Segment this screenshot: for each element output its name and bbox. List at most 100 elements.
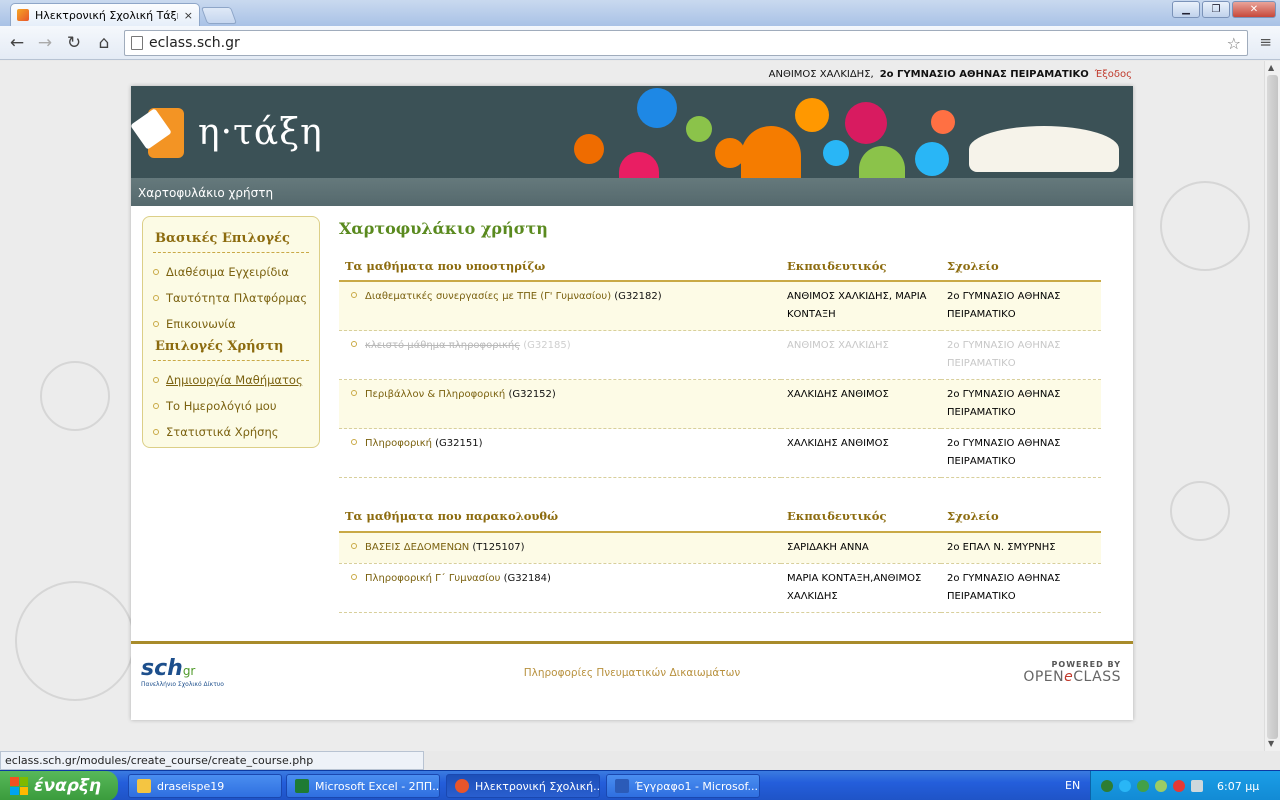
table-row: ΒΑΣΕΙΣ ΔΕΔΟΜΕΝΩΝ (T125107) ΣΑΡΙΔΑΚΗ ΑΝΝΑ… [339, 531, 1101, 564]
bullet-icon [351, 292, 357, 298]
course-cell: Πληροφορική (G32151) [339, 428, 781, 478]
bullet-icon [153, 321, 159, 327]
network-icon[interactable] [1101, 780, 1113, 792]
taskbar-item-excel[interactable]: Microsoft Excel - 2ΠΠ... [286, 774, 440, 798]
bookmark-star-icon[interactable]: ☆ [1227, 34, 1241, 53]
close-tab-icon[interactable]: × [184, 9, 193, 22]
browser-title-bar: Ηλεκτρονική Σχολική Τάξη (ι × ▁ ❐ ✕ [0, 0, 1280, 26]
teacher-cell: ΧΑΛΚΙΔΗΣ ΑΝΘΙΜΟΣ [781, 428, 941, 478]
header-banner-illustration [519, 86, 1129, 178]
breadcrumb: Χαρτοφυλάκιο χρήστη [131, 178, 1133, 206]
new-tab-button[interactable] [200, 7, 238, 24]
sidebar-item-label: Επικοινωνία [166, 317, 236, 331]
sidebar-item-usage-statistics[interactable]: Στατιστικά Χρήσης [153, 419, 309, 445]
bullet-icon [351, 573, 357, 580]
sidebar-item-label: Το Ημερολόγιό μου [166, 399, 277, 413]
restore-icon[interactable]: ❐ [1202, 1, 1230, 18]
table-spacer [339, 478, 1101, 502]
reload-icon[interactable]: ↻ [63, 33, 85, 53]
teacher-cell: ΜΑΡΙΑ ΚΟΝΤΑΞΗ,ΑΝΘΙΜΟΣ ΧΑΛΚΙΔΗΣ [781, 563, 941, 613]
table-row: Περιβάλλον & Πληροφορική (G32152) ΧΑΛΚΙΔ… [339, 379, 1101, 429]
course-link[interactable]: Πληροφορική [365, 438, 432, 449]
copyright-link[interactable]: Πληροφορίες Πνευματικών Δικαιωμάτων [131, 667, 1133, 679]
sidebar-item-manuals[interactable]: Διαθέσιμα Εγχειρίδια [153, 259, 309, 285]
column-header-teacher: Εκπαιδευτικός [781, 501, 941, 533]
background-doodle [1160, 181, 1250, 271]
class-text: CLASS [1073, 669, 1121, 685]
course-cell: Περιβάλλον & Πληροφορική (G32152) [339, 379, 781, 429]
school-cell: 2ο ΓΥΜΝΑΣΙΟ ΑΘΗΝΑΣ ΠΕΙΡΑΜΑΤΙΚΟ [941, 379, 1101, 429]
page-icon [131, 36, 143, 50]
scrollbar-thumb[interactable] [1267, 75, 1278, 739]
taskbar-item-chrome[interactable]: Ηλεκτρονική Σχολική... [446, 774, 600, 798]
bullet-icon [351, 542, 357, 549]
sidebar-item-contact[interactable]: Επικοινωνία [153, 311, 309, 337]
page-title: Χαρτοφυλάκιο χρήστη [339, 219, 548, 238]
course-code: (G32184) [503, 572, 551, 584]
course-cell: Διαθεματικές συνεργασίες με ΤΠΕ (Γ' Γυμν… [339, 281, 781, 331]
windows-flag-icon [10, 777, 28, 795]
skype-icon[interactable] [1137, 780, 1149, 792]
course-cell: ΒΑΣΕΙΣ ΔΕΔΟΜΕΝΩΝ (T125107) [339, 531, 781, 564]
course-link[interactable]: Διαθεματικές συνεργασίες με ΤΠΕ (Γ' Γυμν… [365, 291, 611, 302]
taskbar-item-label: Έγγραφο1 - Microsof... [635, 779, 759, 793]
clock[interactable]: 6:07 μμ [1217, 780, 1259, 793]
forward-arrow-icon[interactable]: → [34, 33, 56, 53]
course-link[interactable]: ΒΑΣΕΙΣ ΔΕΔΟΜΕΝΩΝ [365, 542, 469, 553]
taskbar-item-label: Microsoft Excel - 2ΠΠ... [315, 779, 440, 793]
sidebar-item-create-course[interactable]: Δημιουργία Μαθήματος [153, 367, 309, 393]
scroll-down-icon[interactable]: ▼ [1268, 739, 1274, 748]
excel-icon [295, 779, 309, 793]
bullet-icon [351, 439, 357, 445]
sidebar-heading-user: Επιλογές Χρήστη [153, 339, 309, 361]
sidebar-item-label: Ταυτότητα Πλατφόρμας [166, 291, 308, 305]
word-icon [615, 779, 629, 793]
bullet-icon [153, 269, 159, 275]
course-code: (G32185) [523, 340, 571, 351]
taskbar-item-word[interactable]: Έγγραφο1 - Microsof... [606, 774, 760, 798]
page-scrollbar[interactable]: ▲ ▼ [1264, 61, 1280, 751]
sidebar-item-calendar[interactable]: Το Ημερολόγιό μου [153, 393, 309, 419]
browser-menu-icon[interactable]: ≡ [1259, 33, 1272, 51]
logo-mark-icon [130, 104, 188, 160]
openeclass-logo[interactable]: POWERED BY OPENeCLASS [1023, 660, 1121, 685]
powered-by-label: POWERED BY [1051, 660, 1121, 669]
column-header-teacher: Εκπαιδευτικός [781, 251, 941, 282]
teacher-cell: ΣΑΡΙΔΑΚΗ ΑΝΝΑ [781, 531, 941, 564]
volume-icon[interactable] [1191, 780, 1203, 792]
column-header-attending: Τα μαθήματα που παρακολουθώ [339, 501, 781, 533]
messenger-icon[interactable] [1119, 780, 1131, 792]
address-url: eclass.sch.gr [149, 35, 240, 51]
bullet-icon [351, 341, 357, 347]
scroll-up-icon[interactable]: ▲ [1268, 63, 1274, 72]
course-link[interactable]: Περιβάλλον & Πληροφορική [365, 389, 505, 400]
sidebar-item-platform-identity[interactable]: Ταυτότητα Πλατφόρμας [153, 285, 309, 311]
teacher-cell: ΑΝΘΙΜΟΣ ΧΑΛΚΙΔΗΣ [781, 330, 941, 380]
sidebar-item-label: Διαθέσιμα Εγχειρίδια [166, 265, 289, 279]
browser-toolbar: ← → ↻ ⌂ eclass.sch.gr ☆ ≡ [0, 26, 1280, 60]
course-link[interactable]: Πληροφορική Γ΄ Γυμνασίου [365, 573, 500, 584]
minimize-icon[interactable]: ▁ [1172, 1, 1200, 18]
table-row: Πληροφορική Γ΄ Γυμνασίου (G32184) ΜΑΡΙΑ … [339, 563, 1101, 613]
language-indicator[interactable]: EN [1065, 779, 1080, 792]
logout-link[interactable]: Έξοδος [1095, 69, 1132, 80]
start-button[interactable]: έναρξη [0, 771, 118, 800]
antivirus-icon[interactable] [1155, 780, 1167, 792]
browser-tab-title: Ηλεκτρονική Σχολική Τάξη (ι [35, 8, 178, 22]
ati-icon[interactable] [1173, 780, 1185, 792]
sidebar-item-label: Δημιουργία Μαθήματος [166, 373, 303, 387]
user-school: 2ο ΓΥΜΝΑΣΙΟ ΑΘΗΝΑΣ ΠΕΙΡΑΜΑΤΙΚΟ [879, 69, 1089, 80]
address-bar[interactable]: eclass.sch.gr ☆ [124, 30, 1248, 56]
close-window-icon[interactable]: ✕ [1232, 1, 1276, 18]
course-link[interactable]: κλειστό μάθημα πληροφορικής [365, 340, 520, 351]
site-footer: schgr Πανελλήνιο Σχολικό Δίκτυο Πληροφορ… [131, 641, 1133, 720]
bullet-icon [153, 377, 159, 383]
browser-tab[interactable]: Ηλεκτρονική Σχολική Τάξη (ι × [10, 3, 200, 26]
home-icon[interactable]: ⌂ [93, 33, 115, 53]
taskbar-item-folder[interactable]: draseispe19 [128, 774, 282, 798]
back-arrow-icon[interactable]: ← [6, 33, 28, 53]
course-code: (G32152) [508, 389, 556, 400]
column-header-teaching: Τα μαθήματα που υποστηρίζω [339, 251, 781, 282]
course-cell: Πληροφορική Γ΄ Γυμνασίου (G32184) [339, 563, 781, 613]
site-logo[interactable]: η·τάξη [130, 104, 323, 160]
